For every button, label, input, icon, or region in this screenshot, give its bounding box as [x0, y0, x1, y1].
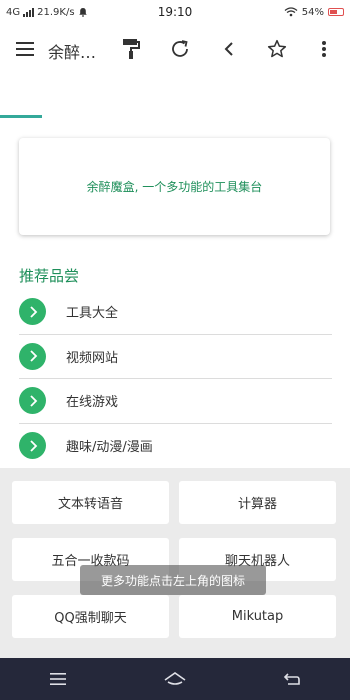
page-title: 余醉… [48, 43, 97, 62]
tools-grid: 文本转语音 计算器 五合一收款码 聊天机器人 QQ强制聊天 Mikutap [0, 468, 350, 658]
star-icon[interactable] [262, 34, 292, 64]
list-item-games[interactable]: 在线游戏 [19, 379, 332, 424]
section-title: 推荐品尝 [19, 267, 80, 285]
recommend-list: 工具大全 视频网站 在线游戏 趣味/动漫/漫画 [19, 290, 332, 468]
back-chevron-icon[interactable] [214, 34, 244, 64]
tool-button-qq-chat[interactable]: QQ强制聊天 [12, 595, 169, 638]
list-item-label: 视频网站 [66, 350, 119, 366]
back-icon[interactable] [272, 664, 312, 694]
status-time: 19:10 [157, 5, 193, 19]
chevron-right-icon [19, 432, 46, 460]
status-bar: 4G 21.9K/s 19:10 54% [0, 0, 350, 24]
menu-icon[interactable] [38, 664, 78, 694]
list-item-fun[interactable]: 趣味/动漫/漫画 [19, 424, 332, 469]
list-item-video[interactable]: 视频网站 [19, 335, 332, 379]
refresh-icon[interactable] [165, 34, 195, 64]
list-item-tools[interactable]: 工具大全 [19, 290, 332, 335]
app-toolbar: 余醉… [0, 24, 350, 74]
tool-button-tts[interactable]: 文本转语音 [12, 481, 169, 524]
system-nav-bar [0, 658, 350, 700]
home-icon[interactable] [155, 664, 195, 694]
chevron-right-icon [19, 387, 46, 415]
tool-button-mikutap[interactable]: Mikutap [179, 595, 336, 638]
more-vertical-icon[interactable] [309, 34, 339, 64]
intro-text: 余醉魔盒, 一个多功能的工具集台 [86, 180, 263, 194]
list-item-label: 在线游戏 [66, 395, 119, 411]
intro-card: 余醉魔盒, 一个多功能的工具集台 [19, 138, 330, 235]
battery-icon [328, 8, 344, 16]
list-item-label: 工具大全 [66, 306, 119, 322]
chevron-right-icon [19, 342, 46, 370]
toast-message: 更多功能点击左上角的图标 [80, 565, 266, 595]
list-item-label: 趣味/动漫/漫画 [66, 440, 153, 456]
chevron-right-icon [19, 298, 46, 326]
tab-indicator [0, 115, 42, 118]
hamburger-menu-icon[interactable] [10, 34, 40, 64]
tool-button-calculator[interactable]: 计算器 [179, 481, 336, 524]
paint-roller-icon[interactable] [117, 34, 147, 64]
